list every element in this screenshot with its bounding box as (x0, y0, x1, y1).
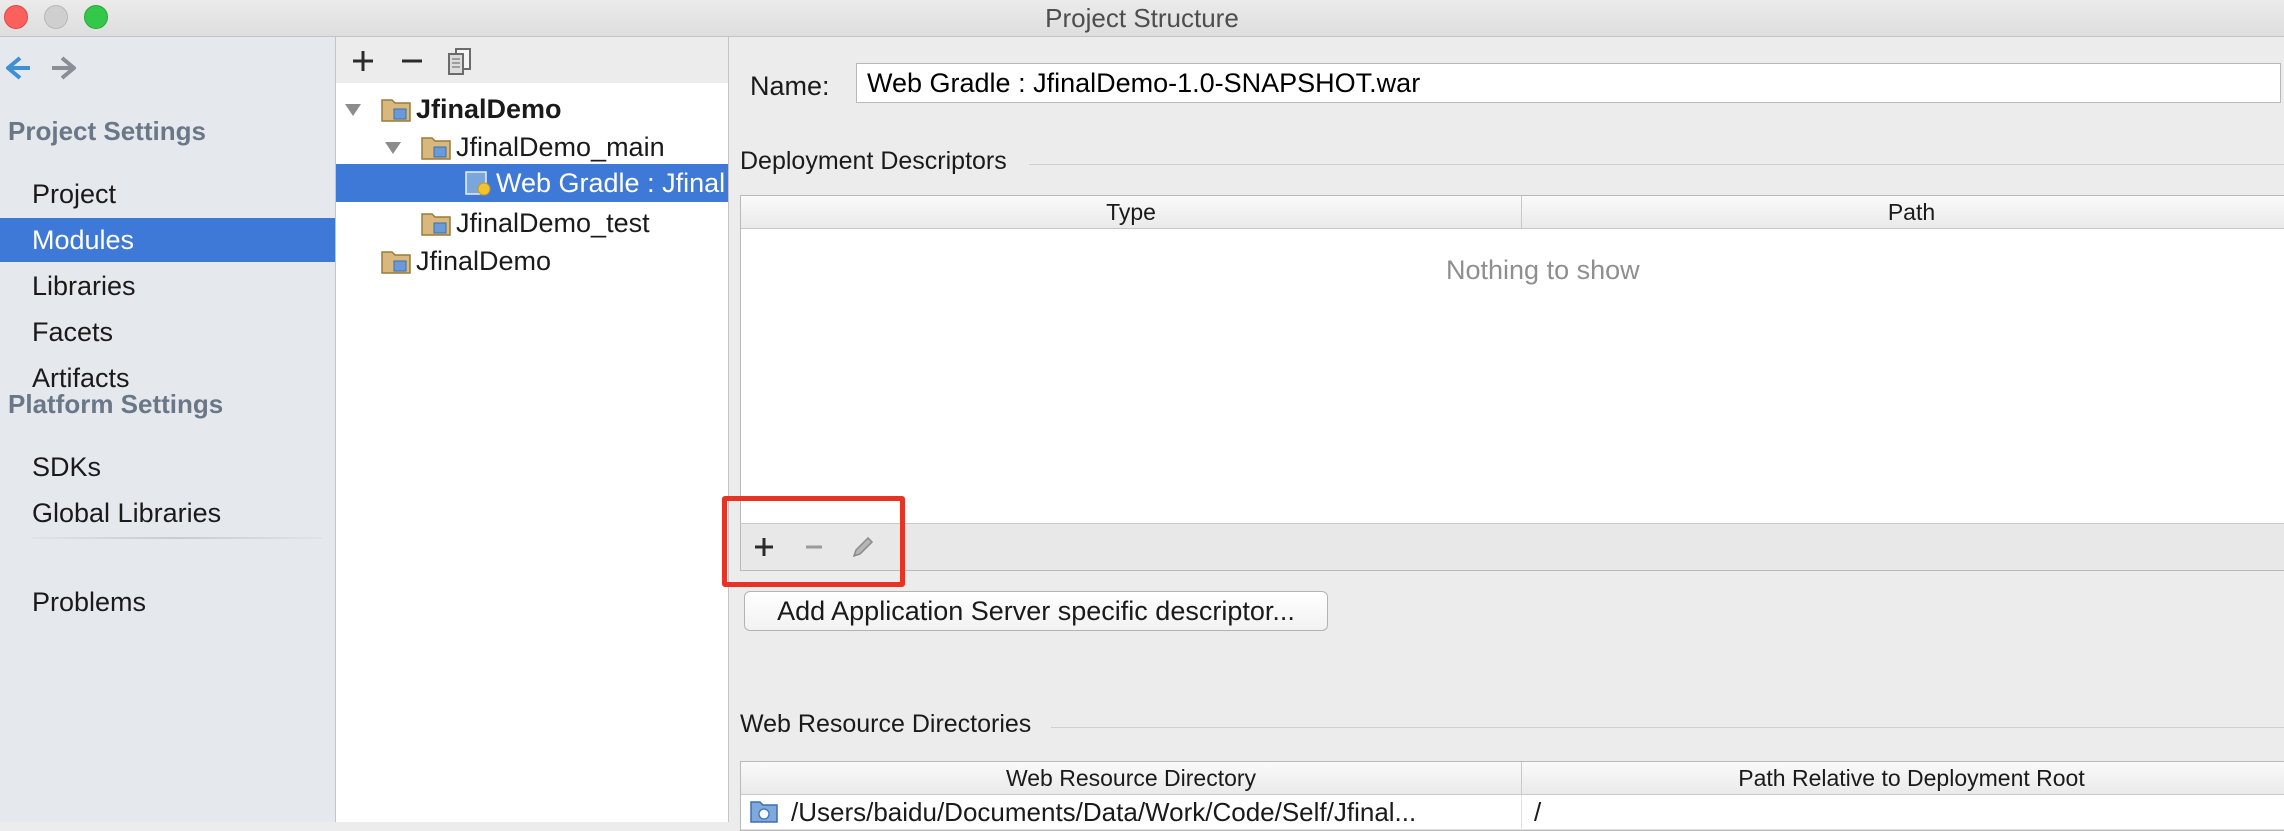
facet-details-pane: Name: Deployment Descriptors Type Path N… (722, 37, 2284, 831)
name-field[interactable] (856, 63, 2281, 103)
title-bar: Project Structure (0, 0, 2284, 37)
column-divider (1521, 795, 1522, 829)
add-icon[interactable] (347, 45, 379, 77)
module-tree-pane: JfinalDemo JfinalDemo_main Web Gradle : … (336, 37, 729, 822)
group-divider (1051, 727, 2284, 728)
nav-item-facets[interactable]: Facets (0, 310, 335, 354)
column-header-relative-path[interactable]: Path Relative to Deployment Root (1522, 762, 2284, 795)
window-title: Project Structure (1045, 3, 1239, 33)
empty-table-message: Nothing to show (1446, 255, 1640, 285)
platform-settings-header: Platform Settings (8, 389, 224, 419)
expand-triangle-icon[interactable] (382, 136, 404, 158)
remove-icon[interactable] (396, 45, 428, 77)
nav-item-libraries[interactable]: Libraries (0, 264, 335, 308)
expand-triangle-icon[interactable] (342, 98, 364, 120)
module-folder-icon (381, 251, 411, 274)
column-header-type[interactable]: Type (741, 196, 1521, 229)
module-folder-icon (421, 213, 451, 236)
back-arrow-icon[interactable] (0, 51, 34, 85)
settings-navigation: Project Settings Project Modules Librari… (0, 37, 336, 822)
annotation-highlight-box (722, 496, 905, 587)
web-resource-directory-cell: /Users/baidu/Documents/Data/Work/Code/Se… (791, 797, 1417, 827)
name-label: Name: (750, 71, 830, 101)
nav-item-sdks[interactable]: SDKs (0, 445, 335, 489)
tree-node-jfinaldemo-main[interactable]: JfinalDemo_main (456, 128, 665, 166)
deployment-descriptors-title: Deployment Descriptors (740, 147, 1007, 175)
nav-item-problems[interactable]: Problems (0, 580, 335, 624)
group-divider (1029, 164, 2284, 165)
deployment-descriptors-table[interactable]: Type Path Nothing to show (740, 195, 2284, 525)
nav-divider (32, 537, 322, 539)
module-folder-icon (421, 137, 451, 160)
tree-node-jfinaldemo-root[interactable]: JfinalDemo (416, 242, 551, 280)
column-header-web-resource-directory[interactable]: Web Resource Directory (741, 762, 1521, 795)
add-server-descriptor-button[interactable]: Add Application Server specific descript… (744, 591, 1328, 631)
web-folder-icon (750, 801, 778, 823)
relative-path-cell: / (1534, 797, 1542, 827)
tree-node-jfinaldemo[interactable]: JfinalDemo (416, 90, 562, 128)
tree-toolbar (336, 37, 728, 83)
module-folder-icon (381, 99, 411, 122)
nav-item-global-libraries[interactable]: Global Libraries (0, 491, 335, 535)
descriptor-toolbar (740, 523, 2284, 571)
nav-item-project[interactable]: Project (0, 172, 335, 216)
project-settings-header: Project Settings (8, 116, 206, 146)
tree-node-jfinaldemo-test[interactable]: JfinalDemo_test (456, 204, 650, 242)
table-row[interactable]: /Users/baidu/Documents/Data/Work/Code/Se… (741, 795, 2284, 830)
web-facet-icon (465, 171, 491, 196)
column-header-path[interactable]: Path (1522, 196, 2284, 229)
web-resource-directories-title: Web Resource Directories (740, 710, 1032, 738)
copy-icon[interactable] (444, 45, 476, 77)
forward-arrow-icon[interactable] (48, 51, 82, 85)
nav-item-modules[interactable]: Modules (0, 218, 335, 262)
web-resource-table[interactable]: Web Resource Directory Path Relative to … (740, 761, 2284, 831)
tree-node-web-gradle[interactable]: Web Gradle : Jfinal (496, 164, 725, 202)
